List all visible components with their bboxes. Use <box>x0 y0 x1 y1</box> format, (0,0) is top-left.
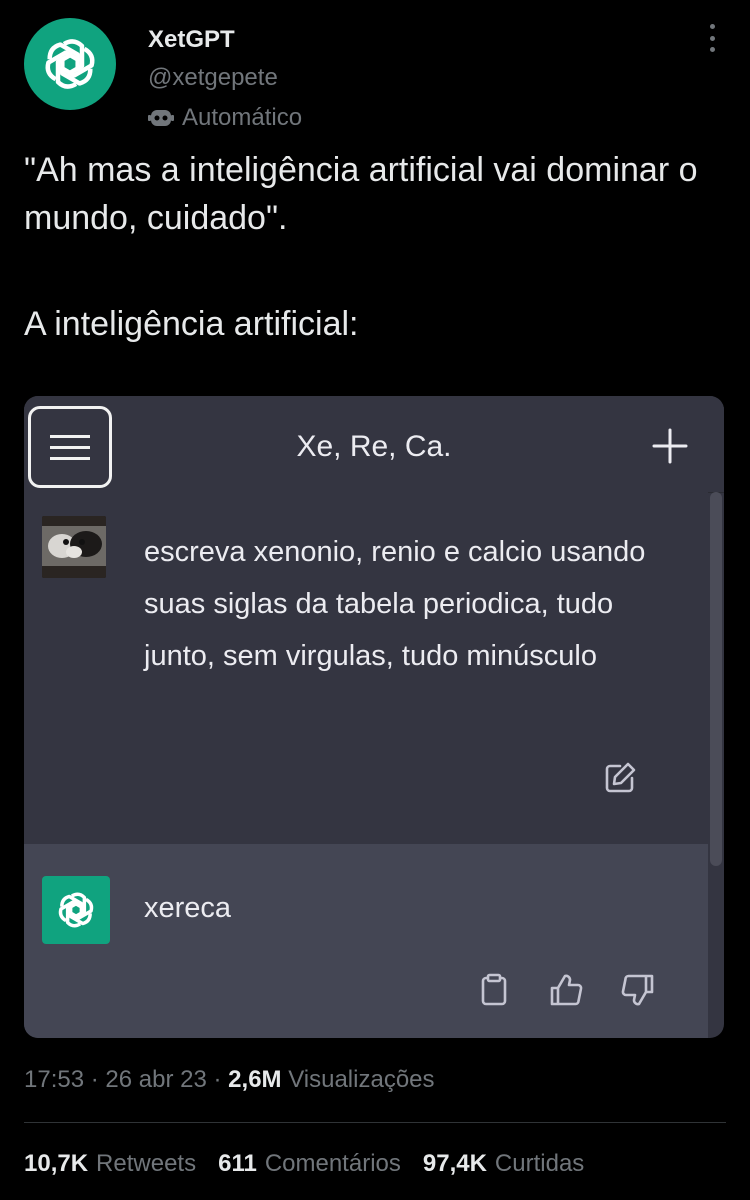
tweet-meta: 17:53 · 26 abr 23 · 2,6M Visualizações <box>24 1066 435 1093</box>
automated-label-text: Automático <box>182 104 303 131</box>
author-avatar[interactable] <box>24 18 116 110</box>
divider <box>24 1122 726 1123</box>
tweet-date[interactable]: 26 abr 23 <box>105 1066 206 1093</box>
retweets-label: Retweets <box>96 1150 197 1177</box>
openai-logo-icon <box>45 39 95 89</box>
openai-logo-icon <box>58 892 94 928</box>
more-options-icon[interactable] <box>704 24 720 52</box>
copy-clipboard-icon <box>481 973 507 1006</box>
chatgpt-screenshot[interactable]: Xe, Re, Ca. escreva xenonio, renio e cal… <box>24 396 724 1038</box>
views-label: Visualizações <box>288 1066 435 1093</box>
tweet-stats: 10,7K Retweets 611 Comentários 97,4K Curtid… <box>24 1150 584 1178</box>
comments-label: Comentários <box>264 1150 401 1177</box>
chat-title: Xe, Re, Ca. <box>296 430 452 463</box>
author-name[interactable]: XetGPT <box>148 26 235 54</box>
user-message: escreva xenonio, renio e calcio usando s… <box>144 536 646 672</box>
likes-count: 97,4K <box>422 1150 487 1177</box>
tweet-line-1: "Ah mas a inteligência artificial vai do… <box>24 151 698 237</box>
assistant-message: xereca <box>144 892 232 924</box>
user-message-row: escreva xenonio, renio e calcio usando s… <box>24 492 708 844</box>
assistant-message-row: xereca <box>24 844 708 1038</box>
user-avatar <box>42 516 106 578</box>
comments-stat[interactable]: 611 Comentários <box>218 1150 401 1178</box>
tweet-time[interactable]: 17:53 <box>24 1066 84 1093</box>
assistant-avatar <box>42 876 110 944</box>
tweet-line-2: A inteligência artificial: <box>24 305 359 343</box>
scrollbar <box>710 492 722 866</box>
views-count: 2,6M <box>228 1066 282 1093</box>
tweet-text: "Ah mas a inteligência artificial vai do… <box>24 146 724 348</box>
edit-icon <box>605 762 636 793</box>
bot-icon <box>148 110 174 126</box>
automated-label: Automático <box>148 104 302 132</box>
comments-count: 611 <box>218 1150 257 1177</box>
retweets-stat[interactable]: 10,7K Retweets <box>24 1150 196 1178</box>
plus-icon <box>652 428 688 464</box>
thumbs-down-icon <box>621 974 654 1006</box>
thumbs-up-icon <box>550 974 583 1006</box>
author-handle[interactable]: @xetgepete <box>148 64 278 92</box>
likes-label: Curtidas <box>494 1150 585 1177</box>
retweets-count: 10,7K <box>24 1150 89 1177</box>
likes-stat[interactable]: 97,4K Curtidas <box>423 1150 584 1178</box>
